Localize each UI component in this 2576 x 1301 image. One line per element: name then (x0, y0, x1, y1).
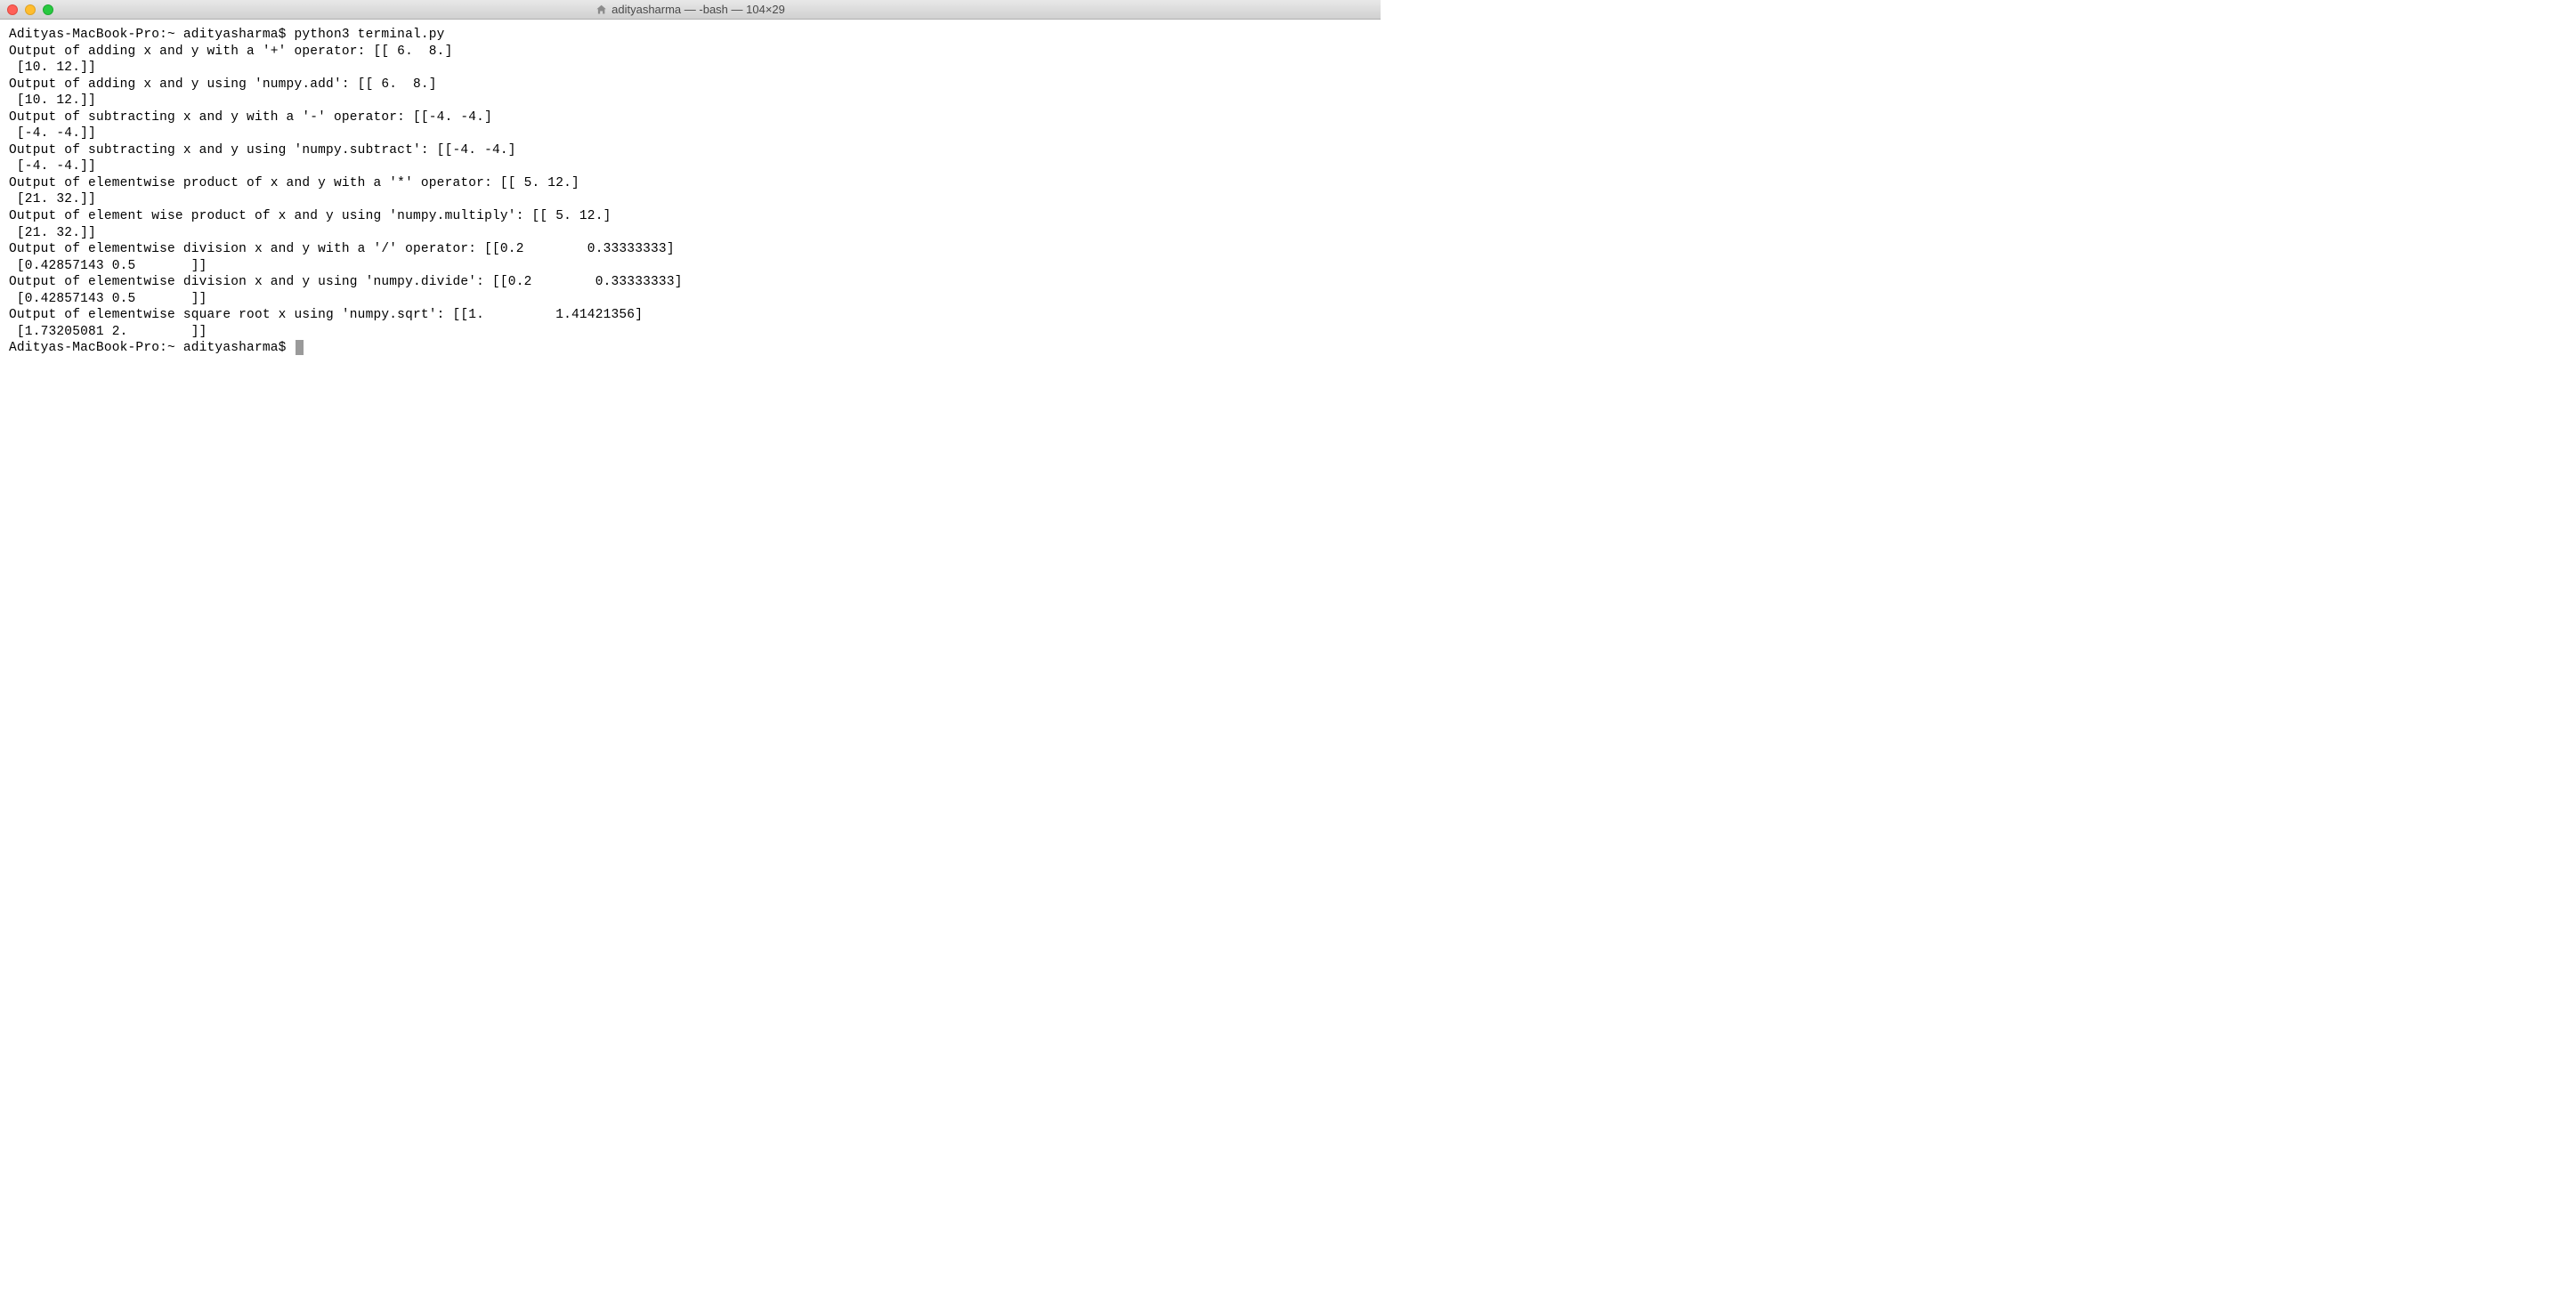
command-text-1: python3 terminal.py (294, 28, 444, 42)
terminal-window: adityasharma — -bash — 104×29 Adityas-Ma… (0, 0, 1381, 697)
output-line: Output of adding x and y using 'numpy.ad… (9, 77, 437, 92)
close-button[interactable] (7, 4, 18, 15)
window-title: adityasharma — -bash — 104×29 (612, 3, 785, 16)
output-line: [0.42857143 0.5 ]] (9, 259, 207, 273)
prompt-text-1: Adityas-MacBook-Pro:~ adityasharma$ (9, 28, 294, 42)
output-line: Output of subtracting x and y with a '-'… (9, 110, 492, 125)
output-line: Output of elementwise product of x and y… (9, 176, 579, 190)
output-line: Output of element wise product of x and … (9, 209, 612, 223)
output-line: [21. 32.]] (9, 226, 96, 240)
window-title-wrapper: adityasharma — -bash — 104×29 (595, 3, 785, 16)
maximize-button[interactable] (43, 4, 53, 15)
traffic-lights (7, 4, 53, 15)
output-line: [10. 12.]] (9, 93, 96, 108)
output-line: [0.42857143 0.5 ]] (9, 292, 207, 306)
terminal-content[interactable]: Adityas-MacBook-Pro:~ adityasharma$ pyth… (0, 20, 1381, 697)
output-line: [10. 12.]] (9, 61, 96, 75)
output-line: [-4. -4.]] (9, 159, 96, 174)
cursor-icon (296, 340, 304, 355)
prompt-text-2: Adityas-MacBook-Pro:~ adityasharma$ (9, 341, 294, 355)
output-line: [1.73205081 2. ]] (9, 325, 207, 339)
minimize-button[interactable] (25, 4, 36, 15)
prompt-line-2: Adityas-MacBook-Pro:~ adityasharma$ (9, 341, 304, 355)
prompt-line-1: Adityas-MacBook-Pro:~ adityasharma$ pyth… (9, 28, 445, 42)
output-line: [21. 32.]] (9, 192, 96, 206)
output-line: [-4. -4.]] (9, 126, 96, 141)
output-line: Output of subtracting x and y using 'num… (9, 143, 516, 158)
output-line: Output of elementwise division x and y w… (9, 242, 675, 256)
window-titlebar[interactable]: adityasharma — -bash — 104×29 (0, 0, 1381, 20)
home-icon (595, 4, 606, 15)
output-line: Output of elementwise square root x usin… (9, 308, 643, 322)
output-line: Output of adding x and y with a '+' oper… (9, 44, 452, 59)
output-line: Output of elementwise division x and y u… (9, 275, 683, 289)
